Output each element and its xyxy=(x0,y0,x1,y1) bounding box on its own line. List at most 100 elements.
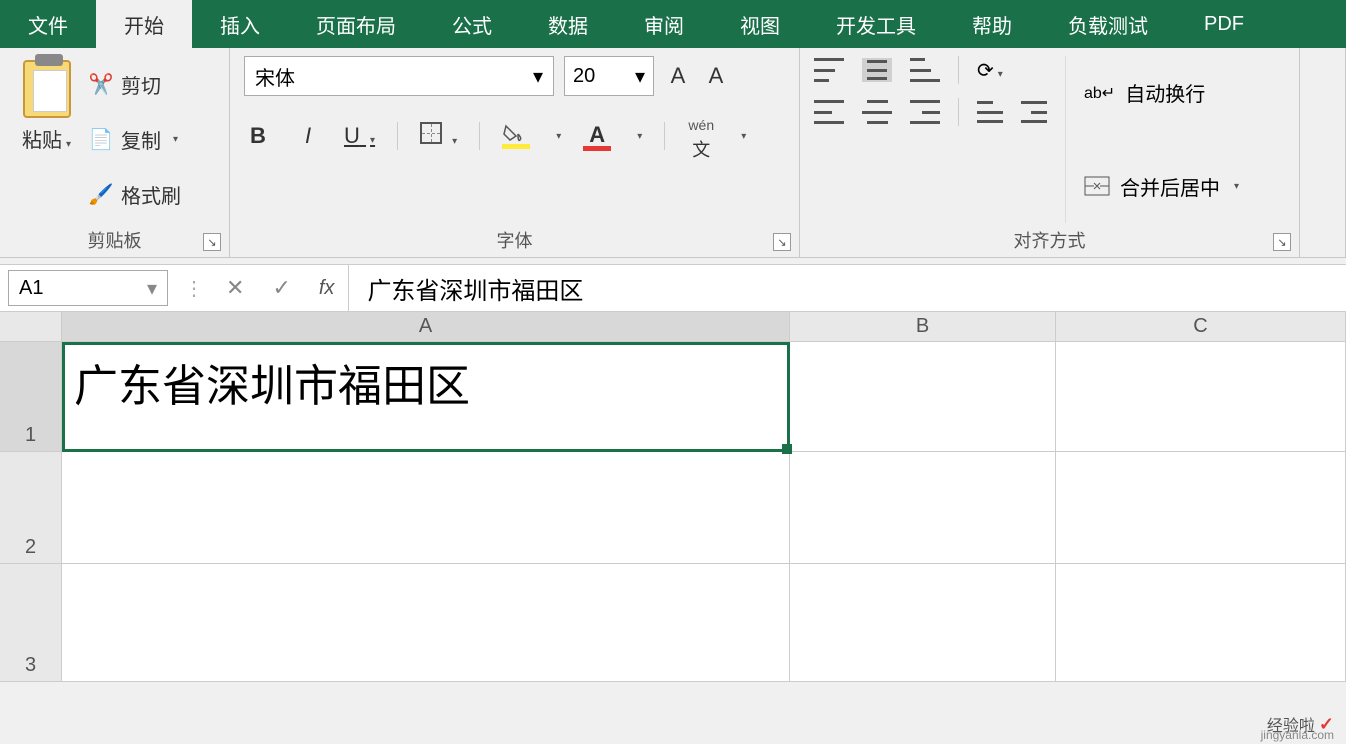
dialog-launcher-icon[interactable]: ↘ xyxy=(203,233,221,251)
chevron-down-icon[interactable]: ▾ xyxy=(637,131,642,142)
cell-b1[interactable] xyxy=(790,342,1056,451)
tab-insert[interactable]: 插入 xyxy=(192,0,288,48)
font-name-select[interactable]: 宋体 ▾ xyxy=(244,56,554,96)
cell-c2[interactable] xyxy=(1056,452,1346,563)
cell-b3[interactable] xyxy=(790,564,1056,681)
column-header-a[interactable]: A xyxy=(62,312,790,341)
tab-page-layout[interactable]: 页面布局 xyxy=(288,0,424,48)
paste-button[interactable]: 粘贴 ▾ xyxy=(14,56,79,223)
align-top-button[interactable] xyxy=(814,58,844,82)
cut-button[interactable]: ✂️ 剪切 xyxy=(89,70,181,99)
formula-bar: A1 ▾ ⋮ ✕ ✓ fx 广东省深圳市福田区 xyxy=(0,264,1346,312)
cell-c3[interactable] xyxy=(1056,564,1346,681)
name-box[interactable]: A1 ▾ xyxy=(8,270,168,306)
decrease-font-button[interactable]: A xyxy=(702,63,730,89)
row-1: 1 广东省深圳市福田区 xyxy=(0,342,1346,452)
chevron-down-icon[interactable]: ▾ xyxy=(173,134,178,145)
increase-font-button[interactable]: A xyxy=(664,63,692,89)
wrap-text-icon: ab↵ xyxy=(1084,83,1115,103)
separator: ⋮ xyxy=(176,276,212,301)
tab-formulas[interactable]: 公式 xyxy=(424,0,520,48)
chevron-down-icon[interactable]: ▾ xyxy=(741,131,746,142)
decrease-indent-button[interactable] xyxy=(977,101,1003,123)
cancel-formula-button[interactable]: ✕ xyxy=(212,275,258,301)
column-header-b[interactable]: B xyxy=(790,312,1056,341)
row-header-1[interactable]: 1 xyxy=(0,342,62,451)
group-partial xyxy=(1300,48,1346,257)
tab-load-test[interactable]: 负载测试 xyxy=(1040,0,1176,48)
select-all-corner[interactable] xyxy=(0,312,62,341)
font-size-select[interactable]: 20 ▾ xyxy=(564,56,654,96)
row-header-2[interactable]: 2 xyxy=(0,452,62,563)
insert-function-button[interactable]: fx xyxy=(305,277,349,300)
format-painter-label: 格式刷 xyxy=(121,180,181,209)
formula-content: 广东省深圳市福田区 xyxy=(367,271,583,306)
group-clipboard: 粘贴 ▾ ✂️ 剪切 📄 复制 ▾ 🖌️ 格式刷 剪贴板 ↘ xyxy=(0,48,230,257)
name-box-value: A1 xyxy=(19,277,43,300)
chevron-down-icon: ▾ xyxy=(452,136,457,147)
group-title-font: 字体 ↘ xyxy=(244,223,785,253)
tab-developer[interactable]: 开发工具 xyxy=(808,0,944,48)
wrap-text-button[interactable]: ab↵ 自动换行 xyxy=(1084,78,1239,107)
format-painter-button[interactable]: 🖌️ 格式刷 xyxy=(89,180,181,209)
underline-button[interactable]: U ▾ xyxy=(344,123,375,149)
group-font: 宋体 ▾ 20 ▾ A A B I U ▾ ▾ xyxy=(230,48,800,257)
align-left-button[interactable] xyxy=(814,100,844,124)
italic-button[interactable]: I xyxy=(294,123,322,149)
phonetic-button[interactable]: wén 文 xyxy=(687,110,715,162)
cell-a3[interactable] xyxy=(62,564,790,681)
bucket-icon xyxy=(502,124,524,142)
merge-icon xyxy=(1084,176,1110,196)
row-3: 3 xyxy=(0,564,1346,682)
formula-input[interactable]: 广东省深圳市福田区 xyxy=(348,265,1346,311)
cell-a2[interactable] xyxy=(62,452,790,563)
paste-icon xyxy=(23,60,71,118)
chevron-down-icon[interactable]: ▾ xyxy=(1234,181,1239,192)
enter-formula-button[interactable]: ✓ xyxy=(258,275,304,301)
align-right-button[interactable] xyxy=(910,100,940,124)
align-middle-button[interactable] xyxy=(862,58,892,82)
border-button[interactable]: ▾ xyxy=(420,122,457,150)
tab-data[interactable]: 数据 xyxy=(520,0,616,48)
copy-button[interactable]: 📄 复制 ▾ xyxy=(89,125,181,154)
merge-center-button[interactable]: 合并后居中 ▾ xyxy=(1084,172,1239,201)
increase-indent-button[interactable] xyxy=(1021,101,1047,123)
tab-file[interactable]: 文件 xyxy=(0,0,96,48)
merge-center-label: 合并后居中 xyxy=(1120,172,1220,201)
cell-c1[interactable] xyxy=(1056,342,1346,451)
tab-help[interactable]: 帮助 xyxy=(944,0,1040,48)
dialog-launcher-icon[interactable]: ↘ xyxy=(1273,233,1291,251)
cell-b2[interactable] xyxy=(790,452,1056,563)
row-header-3[interactable]: 3 xyxy=(0,564,62,681)
tab-view[interactable]: 视图 xyxy=(712,0,808,48)
chevron-down-icon[interactable]: ▾ xyxy=(66,139,71,150)
tab-review[interactable]: 审阅 xyxy=(616,0,712,48)
tab-pdf[interactable]: PDF xyxy=(1176,0,1272,48)
chevron-down-icon: ▾ xyxy=(533,64,543,89)
font-color-button[interactable]: A xyxy=(583,122,611,151)
phonetic-label: wén xyxy=(688,117,714,133)
font-name-value: 宋体 xyxy=(255,62,295,91)
align-center-button[interactable] xyxy=(862,100,892,124)
cell-a1[interactable]: 广东省深圳市福田区 xyxy=(62,342,790,451)
bold-button[interactable]: B xyxy=(244,123,272,149)
orientation-button[interactable]: ⟳▾ xyxy=(977,58,1003,83)
fill-color-button[interactable] xyxy=(502,124,530,149)
ribbon-tabs: 文件 开始 插入 页面布局 公式 数据 审阅 视图 开发工具 帮助 负载测试 P… xyxy=(0,0,1346,48)
group-title-clipboard: 剪贴板 ↘ xyxy=(14,223,215,253)
column-header-c[interactable]: C xyxy=(1056,312,1346,341)
copy-icon: 📄 xyxy=(89,128,113,152)
chevron-down-icon[interactable]: ▾ xyxy=(556,131,561,142)
copy-label: 复制 xyxy=(121,125,161,154)
paste-label: 粘贴 xyxy=(22,130,62,152)
chevron-down-icon: ▾ xyxy=(370,135,375,146)
dialog-launcher-icon[interactable]: ↘ xyxy=(773,233,791,251)
align-bottom-button[interactable] xyxy=(910,58,940,82)
chevron-down-icon: ▾ xyxy=(635,64,645,89)
group-alignment: ⟳▾ ab↵ 自动换行 xyxy=(800,48,1300,257)
border-icon xyxy=(420,122,442,144)
scissors-icon: ✂️ xyxy=(89,73,113,97)
font-size-value: 20 xyxy=(573,65,595,88)
tab-home[interactable]: 开始 xyxy=(96,0,192,48)
row-2: 2 xyxy=(0,452,1346,564)
